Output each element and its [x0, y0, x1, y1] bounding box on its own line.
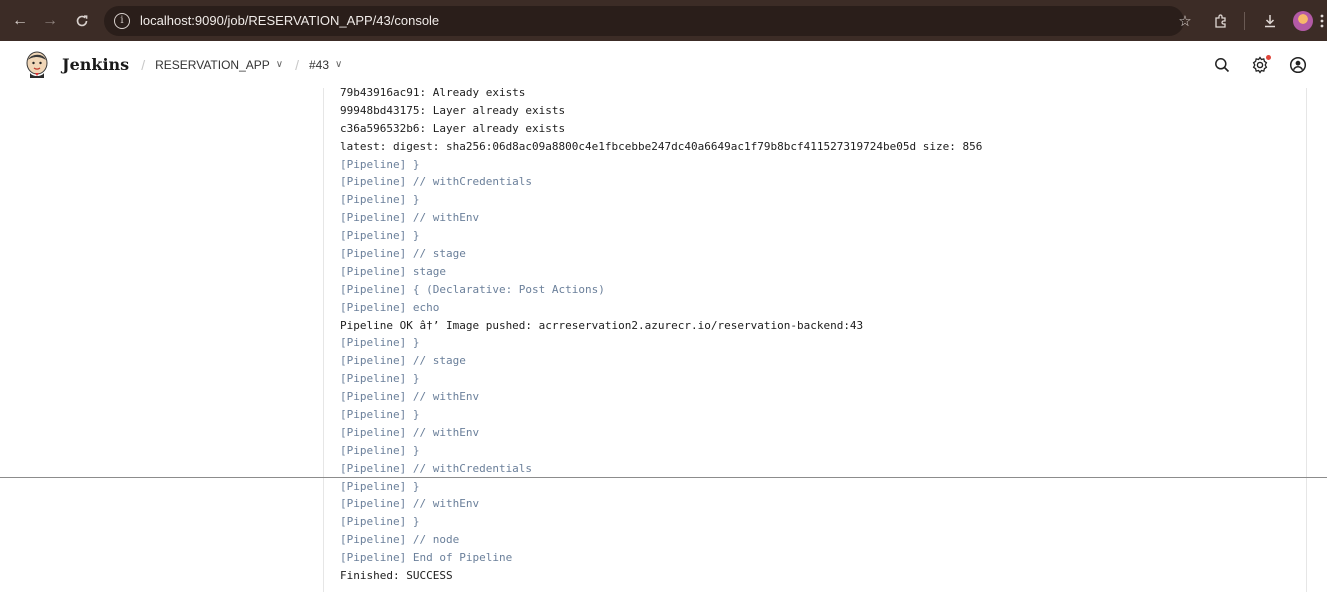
- console-line: [Pipeline] echo: [340, 300, 440, 314]
- console-line: [Pipeline] }: [340, 229, 420, 243]
- breadcrumb-build[interactable]: #43 ∨: [309, 58, 342, 72]
- console-line: [Pipeline] // withCredentials: [340, 175, 533, 189]
- console-line: [Pipeline] { (Declarative: Post Actions): [340, 282, 605, 296]
- console-line: 79b43916ac91: Already exists: [340, 88, 526, 99]
- console-line: [Pipeline] // withEnv: [340, 425, 480, 439]
- console-line: latest: digest: sha256:06d8ac09a8800c4e1…: [340, 139, 983, 153]
- console-output: 79b43916ac91: Already exists 99948bd43175…: [323, 88, 1307, 592]
- console-line: [Pipeline] stage: [340, 264, 446, 278]
- console-line: 99948bd43175: Layer already exists: [340, 103, 566, 117]
- back-icon[interactable]: ←: [8, 9, 32, 33]
- console-line: [Pipeline] // withCredentials: [340, 461, 533, 475]
- profile-icon[interactable]: [1293, 10, 1313, 31]
- settings-icon[interactable]: [1249, 54, 1271, 76]
- search-icon[interactable]: [1211, 54, 1233, 76]
- jenkins-logo[interactable]: [24, 51, 50, 79]
- console-line: [Pipeline] }: [340, 443, 420, 457]
- chevron-down-icon[interactable]: ∨: [335, 59, 342, 70]
- console-line: Pipeline OK â†’ Image pushed: acrreserva…: [340, 318, 864, 332]
- notification-dot: [1266, 54, 1271, 60]
- console-line: [Pipeline] }: [340, 193, 420, 207]
- console-line: [Pipeline] }: [340, 372, 420, 386]
- browser-toolbar: ← → i localhost:9090/job/RESERVATION_APP…: [0, 0, 1327, 41]
- account-icon[interactable]: [1287, 54, 1309, 76]
- console-line: [Pipeline] }: [340, 157, 420, 171]
- console-line: [Pipeline] }: [340, 515, 420, 529]
- console-line: Finished: SUCCESS: [340, 569, 453, 583]
- console-line: [Pipeline] // stage: [340, 247, 466, 261]
- breadcrumb-separator: /: [295, 56, 299, 73]
- console-line: [Pipeline] // withEnv: [340, 211, 480, 225]
- breadcrumb-label[interactable]: RESERVATION_APP: [155, 58, 270, 72]
- more-icon[interactable]: [1319, 10, 1325, 32]
- forward-icon[interactable]: →: [38, 9, 62, 33]
- console-line: [Pipeline] }: [340, 408, 420, 422]
- console-line: [Pipeline] // node: [340, 533, 460, 547]
- console-line: [Pipeline] }: [340, 336, 420, 350]
- site-info-icon[interactable]: i: [114, 12, 130, 29]
- console-line: [Pipeline] // withEnv: [340, 390, 480, 404]
- breadcrumb-job[interactable]: RESERVATION_APP ∨: [155, 58, 283, 72]
- breadcrumb-label[interactable]: #43: [309, 58, 329, 72]
- breadcrumb-separator: /: [141, 56, 146, 73]
- console-line: [Pipeline] }: [340, 479, 420, 493]
- address-bar[interactable]: i localhost:9090/job/RESERVATION_APP/43/…: [104, 5, 1184, 36]
- bookmark-star-icon[interactable]: ☆: [1174, 10, 1196, 32]
- toolbar-divider: [1244, 11, 1245, 30]
- chevron-down-icon[interactable]: ∨: [276, 59, 283, 70]
- console-line: [Pipeline] End of Pipeline: [340, 551, 513, 565]
- download-icon[interactable]: [1259, 10, 1281, 32]
- horizontal-rule: [0, 477, 1327, 478]
- reload-icon[interactable]: [70, 9, 94, 33]
- url-text[interactable]: localhost:9090/job/RESERVATION_APP/43/co…: [140, 13, 439, 28]
- jenkins-header: Jenkins / RESERVATION_APP ∨ / #43 ∨: [0, 41, 1327, 88]
- console-line: [Pipeline] // stage: [340, 354, 466, 368]
- console-line: c36a596532b6: Layer already exists: [340, 121, 566, 135]
- app-title[interactable]: Jenkins: [62, 55, 129, 74]
- console-lines: 79b43916ac91: Already exists 99948bd43175…: [340, 88, 982, 585]
- console-line: [Pipeline] // withEnv: [340, 497, 480, 511]
- extensions-icon[interactable]: [1210, 10, 1232, 32]
